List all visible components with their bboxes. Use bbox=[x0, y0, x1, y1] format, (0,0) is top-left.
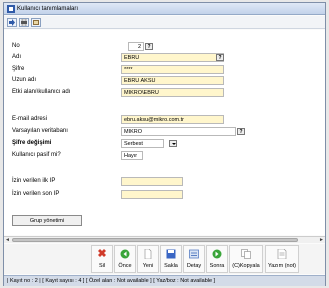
note-icon bbox=[277, 249, 287, 259]
grup-yonetimi-button[interactable]: Grup yönetimi bbox=[12, 215, 82, 226]
vt-lookup-button[interactable]: ? bbox=[237, 128, 245, 135]
sil-button[interactable]: Sil bbox=[91, 245, 113, 273]
scroll-left-icon[interactable]: ◄ bbox=[4, 237, 11, 243]
printer-icon bbox=[21, 18, 27, 27]
yazim-not-button[interactable]: Yazım (not) bbox=[265, 245, 299, 273]
uzun-adi-field[interactable]: EBRU AKSU bbox=[121, 76, 224, 85]
status-bar: | Kayıt no : 2 | [ Kayıt sayısı : 4 ] [ … bbox=[4, 275, 325, 286]
no-field[interactable]: 2 bbox=[128, 42, 144, 51]
email-field[interactable]: ebru.aksu@mikro.com.tr bbox=[121, 115, 224, 124]
adi-label: Adı bbox=[12, 54, 22, 60]
sifre-label: Şifre bbox=[12, 66, 25, 72]
sonra-label: Sonra bbox=[209, 263, 225, 269]
sonra-button[interactable]: Sonra bbox=[206, 245, 228, 273]
next-icon bbox=[212, 249, 222, 259]
scroll-thumb[interactable] bbox=[12, 238, 298, 242]
window-title: Kullanıcı tanımlamaları bbox=[17, 6, 79, 12]
action-bar: Sil Önce Yeni Sakla Detay Sonra (C)Kopya… bbox=[4, 244, 325, 274]
izin-son-label: İzin verilen son IP bbox=[12, 191, 60, 197]
sakla-label: Sakla bbox=[164, 263, 178, 269]
once-button[interactable]: Önce bbox=[114, 245, 136, 273]
once-label: Önce bbox=[118, 263, 132, 269]
navigate-button[interactable] bbox=[7, 18, 17, 27]
no-label: No bbox=[12, 43, 20, 49]
pasif-label: Kullanıcı pasif mi? bbox=[12, 152, 61, 158]
email-label: E-mail adresi bbox=[12, 116, 48, 122]
main-window: Kullanıcı tanımlamaları No 2 ? Adı EBRU … bbox=[3, 2, 326, 286]
izin-ilk-label: İzin verilen ilk IP bbox=[12, 178, 56, 184]
settings-button[interactable] bbox=[31, 18, 41, 27]
etki-alani-field[interactable]: MIKRO\EBRU bbox=[121, 88, 224, 97]
delete-icon bbox=[98, 249, 106, 257]
tools-icon bbox=[33, 20, 39, 25]
toolbar bbox=[4, 16, 325, 29]
sifre-degisimi-label: Şifre değişimi bbox=[12, 140, 52, 146]
detail-icon bbox=[189, 249, 199, 259]
izin-ilk-field[interactable] bbox=[121, 177, 183, 186]
detay-label: Detay bbox=[186, 263, 202, 269]
arrow-right-icon bbox=[9, 19, 15, 26]
new-icon bbox=[144, 249, 152, 259]
title-bar: Kullanıcı tanımlamaları bbox=[4, 3, 325, 15]
kopyala-label: (C)Kopyala bbox=[232, 263, 260, 269]
etki-alani-label: Etki alanı\kullanıcı adı bbox=[12, 89, 71, 95]
yazim-not-label: Yazım (not) bbox=[267, 263, 296, 269]
save-icon bbox=[166, 249, 176, 259]
yeni-label: Yeni bbox=[142, 263, 154, 269]
adi-lookup-button[interactable]: ? bbox=[216, 54, 224, 61]
app-icon bbox=[7, 5, 15, 13]
previous-icon bbox=[120, 249, 130, 259]
scroll-right-icon[interactable]: ► bbox=[318, 237, 325, 243]
chevron-down-icon[interactable] bbox=[169, 140, 177, 147]
vt-field[interactable]: MIKRO bbox=[121, 127, 236, 136]
print-button[interactable] bbox=[19, 18, 29, 27]
sakla-button[interactable]: Sakla bbox=[160, 245, 182, 273]
izin-son-field[interactable] bbox=[121, 190, 183, 199]
no-lookup-button[interactable]: ? bbox=[145, 43, 153, 50]
copy-icon bbox=[241, 249, 251, 259]
kopyala-button[interactable]: (C)Kopyala bbox=[229, 245, 263, 273]
yeni-button[interactable]: Yeni bbox=[137, 245, 159, 273]
sifre-field[interactable]: **** bbox=[121, 65, 224, 74]
vt-label: Varsayılan veritabanı bbox=[12, 128, 68, 134]
uzun-adi-label: Uzun adı bbox=[12, 77, 37, 83]
adi-field[interactable]: EBRU bbox=[121, 53, 224, 62]
user-form: No 2 ? Adı EBRU ? Şifre **** Uzun adı EB… bbox=[4, 30, 325, 235]
sifre-degisimi-select[interactable]: Serbest bbox=[121, 139, 164, 148]
detay-button[interactable]: Detay bbox=[183, 245, 205, 273]
horizontal-scrollbar[interactable]: ◄ ► bbox=[4, 236, 325, 243]
sil-label: Sil bbox=[98, 263, 106, 269]
pasif-field[interactable]: Hayır bbox=[121, 151, 143, 160]
